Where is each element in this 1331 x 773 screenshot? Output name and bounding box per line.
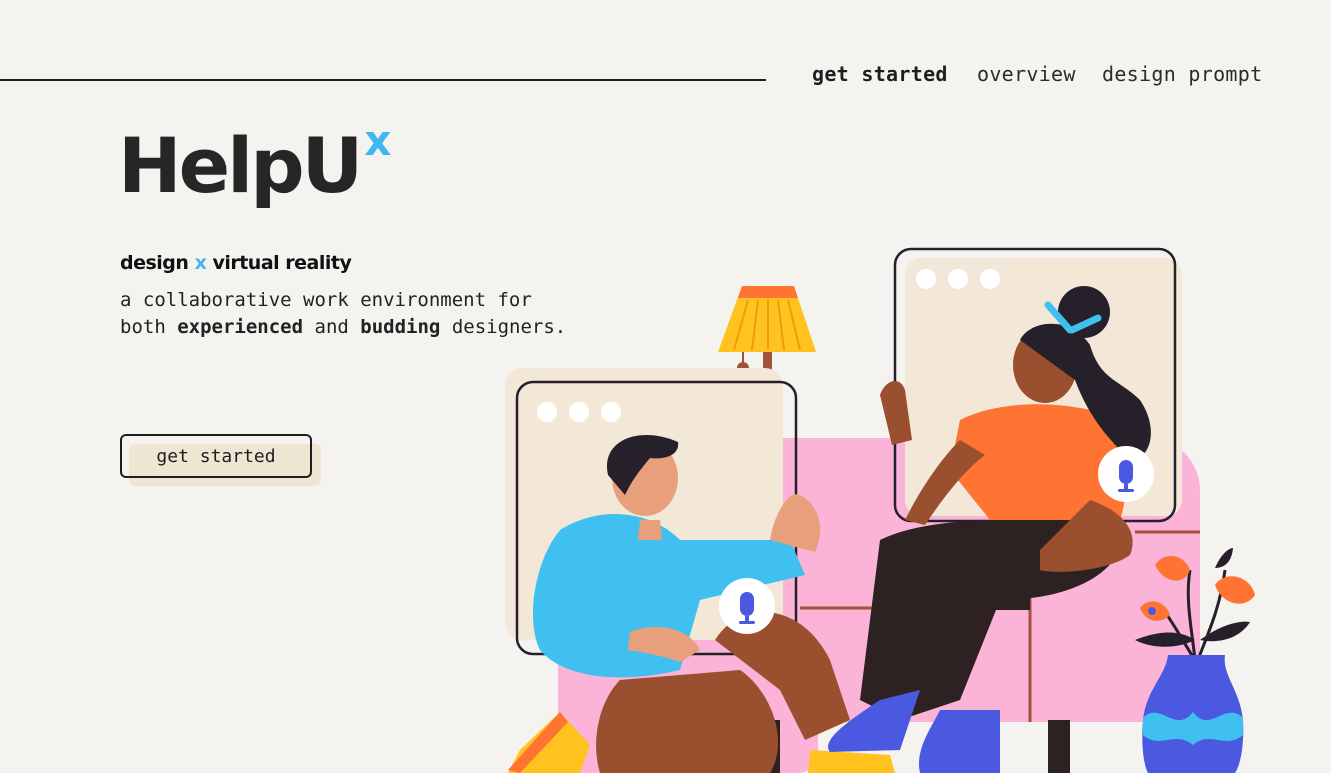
logo-superscript: x [364,116,392,165]
desc-and: and [314,316,349,338]
tagline: design x virtual reality [120,252,352,274]
microphone-icon [1119,460,1133,484]
logo: HelpUx [118,120,391,204]
hero-illustration [505,247,1255,773]
desc-both: both [120,316,166,338]
tagline-vr: virtual reality [212,252,352,274]
get-started-button[interactable]: get started [120,434,312,478]
desc-budding: budding [360,316,441,338]
nav-overview[interactable]: overview [977,62,1076,86]
logo-text: HelpU [118,121,363,210]
tagline-x: x [194,252,207,274]
nav-design-prompt[interactable]: design prompt [1102,62,1262,86]
top-nav: get started overview design prompt [0,62,1331,92]
desc-line-1: a collaborative work environment for [120,289,532,311]
microphone-icon [740,592,754,616]
nav-get-started[interactable]: get started [812,62,948,86]
tagline-design: design [120,252,189,274]
mic-badge-left [719,578,775,634]
desc-experienced: experienced [177,316,304,338]
mic-badge-right [1098,446,1154,502]
